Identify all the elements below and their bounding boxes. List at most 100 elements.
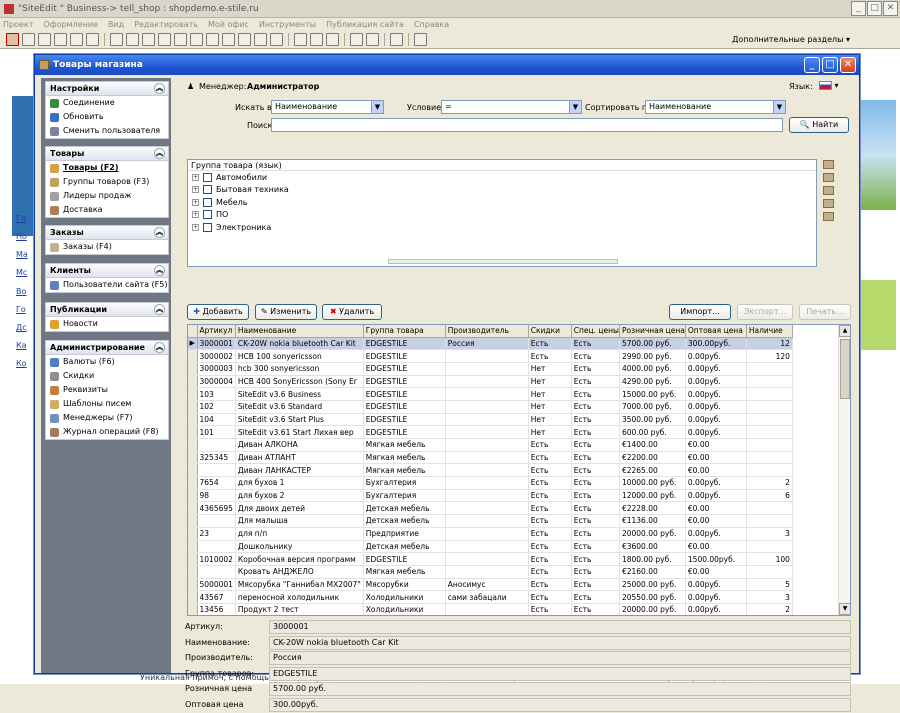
nav-item-news[interactable]: Новости [46,317,168,331]
table-cell[interactable]: 12 [746,337,793,351]
table-row[interactable]: 23 для п/п Предприятие Есть Есть 20000.00 руб… [188,527,793,541]
table-row[interactable]: 325345 Диван АТЛАНТ Мягкая мебель Есть Есть €… [188,451,793,465]
table-cell[interactable]: Есть [528,540,572,554]
table-cell[interactable]: Коробочная версия программ [235,552,364,566]
table-cell[interactable]: Бухгалтерия [363,476,446,490]
table-cell[interactable] [445,413,529,427]
nav-item-currencies[interactable]: Валюты (F6) [46,355,168,369]
table-cell[interactable]: Нет [528,387,572,401]
table-cell[interactable] [746,565,793,579]
table-cell[interactable] [746,438,793,452]
tree-node[interactable]: + Автомобили [188,171,816,184]
forward-icon[interactable] [366,33,379,46]
expand-icon[interactable]: + [192,186,199,194]
table-cell[interactable]: Есть [571,362,620,376]
sort-select[interactable]: Наименование ▼ [645,100,786,114]
row-selector[interactable] [188,362,198,376]
table-cell[interactable] [197,463,236,478]
table-cell[interactable]: Есть [528,438,572,452]
scroll-down-icon[interactable]: ▼ [839,603,850,615]
table-cell[interactable]: для п/п [235,527,364,541]
dialog-maximize-button[interactable]: □ [822,57,838,73]
table-cell[interactable]: EDGESTILE [363,413,446,427]
table-cell[interactable]: Нет [528,413,572,427]
table-cell[interactable] [445,501,529,516]
tree-checkbox[interactable] [203,222,212,232]
table-cell[interactable]: Мягкая мебель [363,438,446,452]
row-selector[interactable] [188,438,198,452]
table-cell[interactable]: Диван АЛКОНА [235,438,364,452]
upload-icon[interactable] [414,33,427,46]
add-group-icon[interactable] [823,160,834,169]
menu-project[interactable]: Проект [3,18,33,31]
collapse-icon[interactable]: ︽ [154,227,165,238]
table-cell[interactable]: 0.00руб. [685,590,747,604]
nav-item-managers[interactable]: Менеджеры (F7) [46,411,168,425]
table-cell[interactable]: EDGESTILE [363,349,446,363]
table-cell[interactable]: 5 [746,578,793,592]
table-cell[interactable]: €2200.00 [619,451,686,465]
collapse-icon[interactable]: ︽ [154,304,165,315]
app-minimize-button[interactable]: _ [851,1,866,16]
nav-item-orders[interactable]: Заказы (F4) [46,240,168,254]
table-cell[interactable] [445,565,529,579]
table-cell[interactable]: НСВ 100 sonyericsson [235,349,364,363]
preview-link[interactable]: Го [16,305,26,314]
table-cell[interactable]: Предприятие [363,527,446,541]
table-cell[interactable]: Есть [571,590,620,604]
table-cell[interactable]: Есть [571,463,620,478]
nav-item-requisites[interactable]: Реквизиты [46,383,168,397]
table-cell[interactable]: Есть [571,540,620,554]
table-cell[interactable] [445,425,529,439]
table-cell[interactable]: 2990.00 руб. [619,349,686,363]
table-cell[interactable]: €1136.00 [619,514,686,528]
table-cell[interactable]: 4290.00 руб. [619,375,686,389]
scroll-up-icon[interactable]: ▲ [839,325,850,337]
table-cell[interactable] [746,463,793,478]
table-cell[interactable]: Россия [445,337,529,351]
delete-button[interactable]: ✖ Удалить [322,304,382,320]
table-cell[interactable]: Есть [571,413,620,427]
table-cell[interactable]: 10000.00 руб. [619,476,686,490]
collapse-icon[interactable]: ︽ [154,265,165,276]
menu-publish[interactable]: Публикация сайта [326,18,404,31]
app-maximize-button[interactable]: □ [867,1,882,16]
scroll-thumb[interactable] [840,339,850,399]
row-selector[interactable] [188,514,198,528]
text-icon[interactable] [174,33,187,46]
table-row[interactable]: Для малыша Детская мебель Есть Есть €1136.00… [188,514,793,528]
table-cell[interactable]: 43567 [197,590,236,604]
filter-icon[interactable] [823,199,834,208]
table-cell[interactable]: €0.00 [685,514,747,528]
table-cell[interactable] [445,552,529,566]
table-cell[interactable]: Есть [571,400,620,414]
chevron-down-icon[interactable]: ▼ [773,101,785,113]
table-cell[interactable] [445,514,529,528]
table-cell[interactable]: 325345 [197,451,236,465]
table-cell[interactable]: 15000.00 руб. [619,387,686,401]
table-cell[interactable]: €0.00 [685,451,747,465]
menu-tools[interactable]: Инструменты [259,18,316,31]
expand-icon[interactable]: + [192,223,199,231]
refresh-icon[interactable] [54,33,67,46]
table-cell[interactable] [445,438,529,452]
save-icon[interactable] [22,33,35,46]
table-row[interactable]: 103 SiteEdit v3.6 Business EDGESTILE Нет Ест… [188,387,793,401]
table-cell[interactable]: 4000.00 руб. [619,362,686,376]
table-cell[interactable]: 1800.00 руб. [619,552,686,566]
table-cell[interactable] [197,438,236,452]
table-cell[interactable]: 102 [197,400,236,414]
column-header[interactable]: Группа товара [363,325,446,338]
table-cell[interactable]: для бухов 1 [235,476,364,490]
table-cell[interactable]: Нет [528,375,572,389]
table-cell[interactable]: Нет [528,362,572,376]
back-icon[interactable] [350,33,363,46]
row-selector[interactable] [188,565,198,579]
table-cell[interactable]: Есть [571,451,620,465]
table-cell[interactable]: 100 [746,552,793,566]
table-cell[interactable]: Есть [528,489,572,503]
collapse-icon[interactable]: ︽ [154,342,165,353]
table-cell[interactable]: 5000001 [197,578,236,592]
table-cell[interactable]: НСВ 400 SonyEricsson (Sony Er [235,375,364,389]
row-selector[interactable] [188,463,198,478]
